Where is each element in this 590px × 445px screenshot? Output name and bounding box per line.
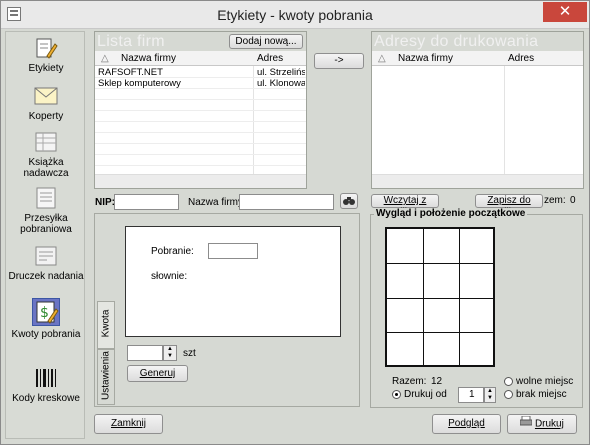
free-places-label: wolne miejsc (516, 376, 574, 387)
sidebar-item-label: Druczek nadania (8, 271, 84, 282)
tab-kwota[interactable]: Kwota (97, 301, 115, 349)
column-header-address[interactable]: Adres (508, 53, 534, 64)
sidebar-item-label: Kwoty pobrania (11, 329, 81, 340)
print-from-input[interactable]: 1 (458, 387, 484, 403)
table-cell-name[interactable]: Sklep komputerowy (98, 78, 252, 89)
quantity-unit: szt (183, 348, 196, 359)
collection-amount-input[interactable] (208, 243, 258, 259)
money-icon: $ (32, 298, 60, 326)
total-value: 12 (431, 376, 443, 387)
print-label: Drukuj (534, 418, 564, 430)
sort-icon: △ (101, 53, 109, 64)
amount-box: Pobranie: słownie: (125, 226, 341, 337)
words-label: słownie: (151, 271, 188, 282)
sidebar-item-druczek-nadania[interactable]: Druczek nadania (6, 244, 86, 282)
app-window: Etykiety - kwoty pobrania ✕ Etykiety Kop… (0, 0, 590, 445)
horizontal-scrollbar[interactable] (372, 174, 583, 188)
sidebar-item-etykiety[interactable]: Etykiety (6, 36, 86, 74)
table-cell-address[interactable]: ul. Strzelińska (257, 67, 305, 78)
binoculars-icon (342, 197, 356, 209)
print-from-label: Drukuj od (404, 389, 447, 400)
addresses-list[interactable] (372, 66, 583, 174)
svg-text:$: $ (40, 305, 49, 321)
sidebar-item-label: Koperty (28, 111, 64, 122)
table-cell-address[interactable]: ul. Klonowa 2 (257, 78, 305, 89)
nip-label: NIP: (95, 197, 115, 208)
company-name-input[interactable] (239, 194, 334, 210)
print-from-radio[interactable] (392, 390, 401, 399)
envelope-icon (33, 84, 59, 108)
sidebar-item-kody-kreskowe[interactable]: Kody kreskowe (6, 366, 86, 404)
label-pen-icon (33, 36, 59, 60)
book-icon (33, 130, 59, 154)
horizontal-scrollbar[interactable] (95, 174, 306, 188)
free-places-radio[interactable] (504, 377, 513, 386)
receipt-icon (33, 244, 59, 268)
print-from-stepper[interactable]: ▲ ▼ (484, 387, 496, 403)
sidebar-item-label: Przesyłka pobraniowa (20, 213, 72, 235)
label-position-grid[interactable] (385, 227, 495, 367)
sidebar-item-przesylka-pobraniowa[interactable]: Przesyłka pobraniowa (6, 186, 86, 235)
sidebar-item-label: Kody kreskowe (12, 393, 80, 404)
companies-list: RAFSOFT.NET ul. Strzelińska Sklep komput… (95, 66, 306, 174)
generate-button[interactable]: Generuj (127, 365, 188, 382)
window-title: Etykiety - kwoty pobrania (217, 7, 373, 23)
column-header-name[interactable]: Nazwa firmy (121, 53, 176, 64)
no-places-label: brak miejsc (516, 389, 567, 400)
sidebar-item-koperty[interactable]: Koperty (6, 84, 86, 122)
printer-icon (519, 415, 533, 433)
load-from-file-button[interactable]: Wczytaj z pliku (371, 194, 439, 218)
table-cell-name[interactable]: RAFSOFT.NET (98, 67, 252, 78)
total-label: Razem: (392, 376, 427, 387)
nip-input[interactable] (114, 194, 179, 210)
addresses-list-header: △ Nazwa firmy Adres (372, 51, 583, 66)
sidebar-item-label: Książka nadawcza (23, 157, 69, 179)
sidebar: Etykiety Koperty Książka nadawcza Przesy… (5, 31, 85, 439)
collection-label: Pobranie: (151, 246, 194, 257)
companies-title: Lista firm (97, 33, 165, 50)
move-to-print-button[interactable]: -> (314, 53, 364, 69)
save-to-file-button[interactable]: Zapisz do pliku (475, 194, 543, 218)
search-button[interactable] (340, 193, 358, 209)
company-name-label: Nazwa firmy: (188, 197, 246, 208)
column-header-name[interactable]: Nazwa firmy (398, 53, 453, 64)
tab-ustawienia[interactable]: Ustawienia (97, 349, 115, 405)
companies-panel: Lista firm Dodaj nową... △ Nazwa firmy A… (94, 31, 307, 189)
addresses-panel: Adresy do drukowania △ Nazwa firmy Adres (371, 31, 584, 189)
count-label: zem: (544, 195, 566, 206)
quantity-input[interactable] (127, 345, 163, 361)
form-icon (33, 186, 59, 210)
sort-icon: △ (378, 53, 386, 64)
quantity-stepper[interactable]: ▲ ▼ (163, 345, 177, 361)
title-bar: Etykiety - kwoty pobrania ✕ (1, 1, 589, 29)
column-header-address[interactable]: Adres (257, 53, 283, 64)
addresses-title: Adresy do drukowania (374, 33, 539, 50)
companies-list-header: △ Nazwa firmy Adres (95, 51, 306, 66)
no-places-radio[interactable] (504, 390, 513, 399)
count-value: 0 (570, 195, 576, 206)
print-button[interactable]: Drukuj (507, 414, 577, 434)
sidebar-item-label: Etykiety (28, 63, 64, 74)
add-company-button[interactable]: Dodaj nową... (229, 34, 303, 49)
sidebar-item-ksiazka-nadawcza[interactable]: Książka nadawcza (6, 130, 86, 179)
close-button[interactable]: Zamknij (94, 414, 163, 434)
layout-group-title: Wygląd i położenie początkowe (374, 208, 528, 219)
sidebar-item-kwoty-pobrania[interactable]: $ Kwoty pobrania (6, 298, 86, 340)
close-window-button[interactable]: ✕ (543, 2, 587, 22)
barcode-icon (33, 366, 59, 390)
preview-button[interactable]: Podgląd (432, 414, 501, 434)
